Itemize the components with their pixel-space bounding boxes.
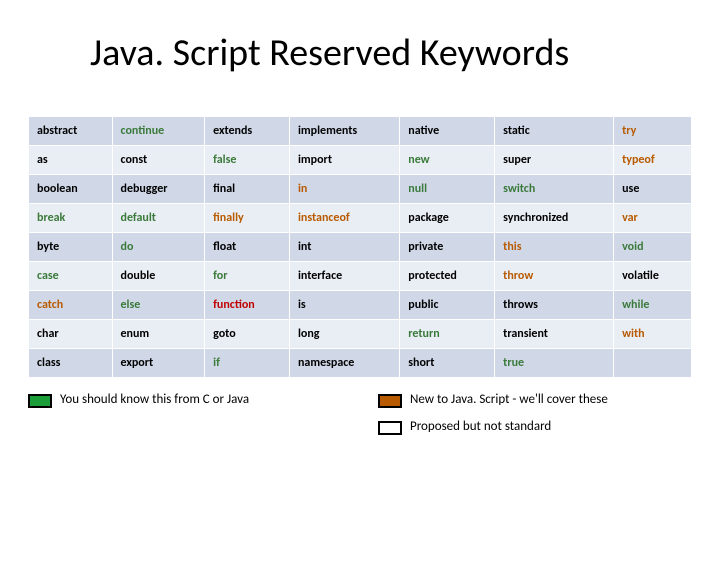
table-row: abstractcontinueextendsimplementsnatives… bbox=[29, 117, 692, 146]
keyword-cell bbox=[614, 349, 692, 378]
keyword-cell: function bbox=[205, 291, 290, 320]
keyword-cell: boolean bbox=[29, 175, 113, 204]
keyword-cell: int bbox=[289, 233, 399, 262]
legend-proposed-text: Proposed but not standard bbox=[410, 419, 551, 436]
keyword-cell: interface bbox=[289, 262, 399, 291]
keyword-cell: synchronized bbox=[495, 204, 614, 233]
keyword-cell: const bbox=[112, 146, 205, 175]
table-row: charenumgotolongreturntransientwith bbox=[29, 320, 692, 349]
keyword-cell: while bbox=[614, 291, 692, 320]
keyword-cell: as bbox=[29, 146, 113, 175]
keyword-cell: debugger bbox=[112, 175, 205, 204]
keyword-cell: protected bbox=[400, 262, 495, 291]
keyword-cell: package bbox=[400, 204, 495, 233]
legend-proposed: Proposed but not standard bbox=[378, 419, 692, 436]
keyword-cell: throw bbox=[495, 262, 614, 291]
keyword-cell: short bbox=[400, 349, 495, 378]
keyword-cell: long bbox=[289, 320, 399, 349]
legend-known: You should know this from C or Java bbox=[28, 392, 360, 409]
legend: You should know this from C or Java New … bbox=[28, 392, 692, 436]
legend-new-text: New to Java. Script - we'll cover these bbox=[410, 392, 608, 409]
table-row: bytedofloatintprivatethisvoid bbox=[29, 233, 692, 262]
keyword-cell: abstract bbox=[29, 117, 113, 146]
keyword-cell: this bbox=[495, 233, 614, 262]
keyword-cell: double bbox=[112, 262, 205, 291]
keyword-cell: throws bbox=[495, 291, 614, 320]
keyword-cell: is bbox=[289, 291, 399, 320]
page-title: Java. Script Reserved Keywords bbox=[90, 30, 720, 76]
keyword-cell: import bbox=[289, 146, 399, 175]
keyword-cell: var bbox=[614, 204, 692, 233]
keywords-table-wrap: abstractcontinueextendsimplementsnatives… bbox=[28, 116, 692, 378]
keyword-cell: class bbox=[29, 349, 113, 378]
keyword-cell: namespace bbox=[289, 349, 399, 378]
keyword-cell: float bbox=[205, 233, 290, 262]
table-row: classexportifnamespaceshorttrue bbox=[29, 349, 692, 378]
keyword-cell: private bbox=[400, 233, 495, 262]
keyword-cell: return bbox=[400, 320, 495, 349]
keyword-cell: transient bbox=[495, 320, 614, 349]
legend-known-text: You should know this from C or Java bbox=[60, 392, 249, 409]
keyword-cell: typeof bbox=[614, 146, 692, 175]
keyword-cell: void bbox=[614, 233, 692, 262]
keyword-cell: break bbox=[29, 204, 113, 233]
keyword-cell: char bbox=[29, 320, 113, 349]
table-row: catchelsefunctionispublicthrowswhile bbox=[29, 291, 692, 320]
keyword-cell: if bbox=[205, 349, 290, 378]
keyword-cell: true bbox=[495, 349, 614, 378]
swatch-white-icon bbox=[378, 421, 402, 435]
keyword-cell: native bbox=[400, 117, 495, 146]
keyword-cell: byte bbox=[29, 233, 113, 262]
legend-new: New to Java. Script - we'll cover these bbox=[378, 392, 692, 409]
keyword-cell: super bbox=[495, 146, 614, 175]
keyword-cell: default bbox=[112, 204, 205, 233]
keyword-cell: try bbox=[614, 117, 692, 146]
keyword-cell: new bbox=[400, 146, 495, 175]
keyword-cell: extends bbox=[205, 117, 290, 146]
table-row: casedoubleforinterfaceprotectedthrowvola… bbox=[29, 262, 692, 291]
keyword-cell: enum bbox=[112, 320, 205, 349]
keyword-cell: else bbox=[112, 291, 205, 320]
keyword-cell: volatile bbox=[614, 262, 692, 291]
keyword-cell: null bbox=[400, 175, 495, 204]
keyword-cell: false bbox=[205, 146, 290, 175]
table-row: booleandebuggerfinalinnullswitchuse bbox=[29, 175, 692, 204]
keyword-cell: continue bbox=[112, 117, 205, 146]
swatch-orange-icon bbox=[378, 394, 402, 408]
keyword-cell: static bbox=[495, 117, 614, 146]
keyword-cell: do bbox=[112, 233, 205, 262]
swatch-green-icon bbox=[28, 394, 52, 408]
keyword-cell: switch bbox=[495, 175, 614, 204]
keyword-cell: final bbox=[205, 175, 290, 204]
keyword-cell: use bbox=[614, 175, 692, 204]
keyword-cell: implements bbox=[289, 117, 399, 146]
keyword-cell: public bbox=[400, 291, 495, 320]
keyword-cell: goto bbox=[205, 320, 290, 349]
table-row: asconstfalseimportnewsupertypeof bbox=[29, 146, 692, 175]
keyword-cell: finally bbox=[205, 204, 290, 233]
keyword-cell: in bbox=[289, 175, 399, 204]
keyword-cell: instanceof bbox=[289, 204, 399, 233]
keyword-cell: with bbox=[614, 320, 692, 349]
keyword-cell: catch bbox=[29, 291, 113, 320]
keywords-table: abstractcontinueextendsimplementsnatives… bbox=[28, 116, 692, 378]
keyword-cell: for bbox=[205, 262, 290, 291]
table-row: breakdefaultfinallyinstanceofpackagesync… bbox=[29, 204, 692, 233]
keyword-cell: case bbox=[29, 262, 113, 291]
keyword-cell: export bbox=[112, 349, 205, 378]
